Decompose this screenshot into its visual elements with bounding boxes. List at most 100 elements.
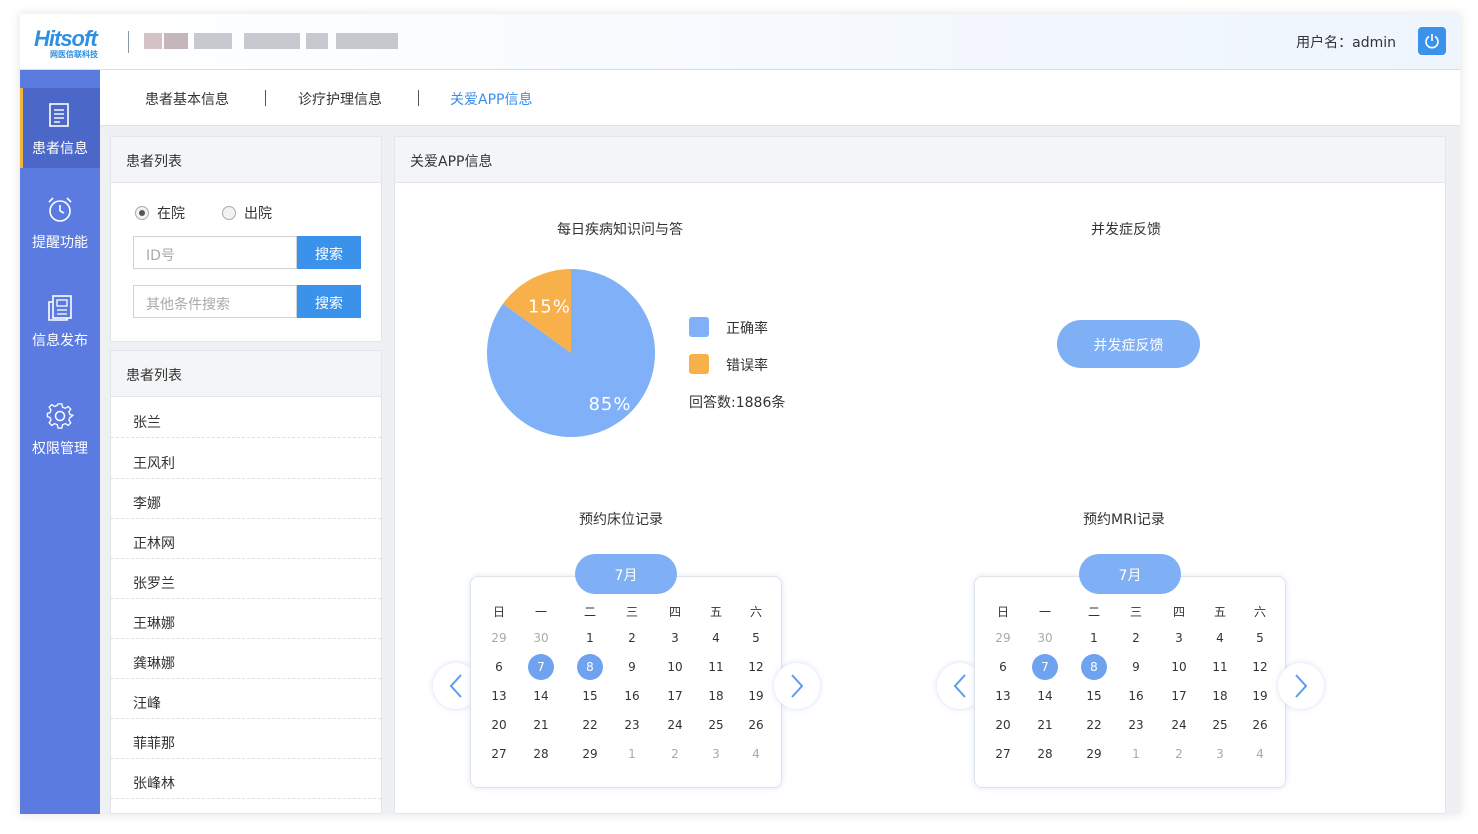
calendar-day[interactable]: 12 xyxy=(743,654,769,680)
list-item[interactable]: 张峰林 xyxy=(111,759,381,799)
calendar-day[interactable]: 4 xyxy=(703,625,729,651)
calendar-day[interactable]: 20 xyxy=(990,712,1016,738)
calendar-day[interactable]: 15 xyxy=(1081,683,1107,709)
calendar-day[interactable]: 3 xyxy=(1166,625,1192,651)
calendar-day[interactable]: 25 xyxy=(703,712,729,738)
calendar-day[interactable]: 11 xyxy=(1207,654,1233,680)
calendar-day[interactable]: 10 xyxy=(1166,654,1192,680)
calendar-day[interactable]: 14 xyxy=(528,683,554,709)
calendar-day[interactable]: 10 xyxy=(662,654,688,680)
calendar-day[interactable]: 3 xyxy=(1207,741,1233,767)
logout-button[interactable] xyxy=(1418,27,1446,55)
sidebar-item-label: 提醒功能 xyxy=(32,235,88,251)
calendar-day[interactable]: 29 xyxy=(1081,741,1107,767)
calendar-day[interactable]: 4 xyxy=(743,741,769,767)
calendar-day[interactable]: 8 xyxy=(577,654,603,680)
calendar-day[interactable]: 29 xyxy=(990,625,1016,651)
list-item[interactable]: 王风利 xyxy=(111,439,381,479)
calendar-day[interactable]: 7 xyxy=(1032,654,1058,680)
id-search-input[interactable]: ID号 xyxy=(133,236,297,269)
list-item[interactable]: 菲菲那 xyxy=(111,719,381,759)
calendar-day[interactable]: 30 xyxy=(528,625,554,651)
calendar-day[interactable]: 24 xyxy=(1166,712,1192,738)
calendar-day[interactable]: 1 xyxy=(577,625,603,651)
list-item[interactable]: 张罗兰 xyxy=(111,559,381,599)
calendar-day[interactable]: 16 xyxy=(619,683,645,709)
calendar-day[interactable]: 16 xyxy=(1123,683,1149,709)
sidebar-item-permissions[interactable]: 权限管理 xyxy=(20,388,100,468)
calendar-day[interactable]: 6 xyxy=(486,654,512,680)
calendar-day[interactable]: 26 xyxy=(743,712,769,738)
calendar-day[interactable]: 8 xyxy=(1081,654,1107,680)
calendar-day[interactable]: 25 xyxy=(1207,712,1233,738)
calendar-day[interactable]: 19 xyxy=(743,683,769,709)
calendar-day[interactable]: 27 xyxy=(990,741,1016,767)
radio-in-hospital[interactable]: 在院 xyxy=(135,203,185,223)
sidebar-item-patient-info[interactable]: 患者信息 xyxy=(20,88,100,168)
tab-care-app-info[interactable]: 关爱APP信息 xyxy=(450,89,532,109)
complication-feedback-button[interactable]: 并发症反馈 xyxy=(1057,320,1200,368)
calendar-day[interactable]: 5 xyxy=(743,625,769,651)
sidebar-item-reminder[interactable]: 提醒功能 xyxy=(20,182,100,262)
list-item[interactable]: 正林网 xyxy=(111,519,381,559)
calendar-day[interactable]: 23 xyxy=(619,712,645,738)
calendar-day[interactable]: 19 xyxy=(1247,683,1273,709)
calendar-day[interactable]: 2 xyxy=(1123,625,1149,651)
calendar-day[interactable]: 18 xyxy=(703,683,729,709)
calendar-day[interactable]: 17 xyxy=(1166,683,1192,709)
calendar-day[interactable]: 1 xyxy=(1081,625,1107,651)
calendar-day[interactable]: 13 xyxy=(990,683,1016,709)
sidebar-item-publish[interactable]: 信息发布 xyxy=(20,280,100,360)
calendar-day[interactable]: 3 xyxy=(662,625,688,651)
calendar-day[interactable]: 17 xyxy=(662,683,688,709)
calendar-day[interactable]: 29 xyxy=(486,625,512,651)
calendar-day[interactable]: 1 xyxy=(1123,741,1149,767)
calendar-day[interactable]: 26 xyxy=(1247,712,1273,738)
calendar-day[interactable]: 13 xyxy=(486,683,512,709)
calendar-day[interactable]: 21 xyxy=(528,712,554,738)
calendar-day[interactable]: 5 xyxy=(1247,625,1273,651)
calendar-day[interactable]: 21 xyxy=(1032,712,1058,738)
list-item[interactable]: 李娜 xyxy=(111,479,381,519)
other-search-button[interactable]: 搜索 xyxy=(297,285,361,318)
mri-booking-next-button[interactable] xyxy=(1278,663,1324,709)
list-item[interactable]: 龚琳娜 xyxy=(111,639,381,679)
calendar-day[interactable]: 22 xyxy=(1081,712,1107,738)
calendar-day[interactable]: 12 xyxy=(1247,654,1273,680)
calendar-day[interactable]: 3 xyxy=(703,741,729,767)
calendar-day[interactable]: 7 xyxy=(528,654,554,680)
calendar-day[interactable]: 27 xyxy=(486,741,512,767)
calendar-day[interactable]: 4 xyxy=(1247,741,1273,767)
calendar-day[interactable]: 1 xyxy=(619,741,645,767)
calendar-day[interactable]: 2 xyxy=(662,741,688,767)
list-item[interactable]: 张兰 xyxy=(111,398,381,438)
calendar-day[interactable]: 14 xyxy=(1032,683,1058,709)
id-search-button[interactable]: 搜索 xyxy=(297,236,361,269)
radio-discharged[interactable]: 出院 xyxy=(222,203,272,223)
calendar-day[interactable]: 18 xyxy=(1207,683,1233,709)
calendar-day[interactable]: 30 xyxy=(1032,625,1058,651)
calendar-day[interactable]: 22 xyxy=(577,712,603,738)
calendar-day[interactable]: 11 xyxy=(703,654,729,680)
tab-treatment-nursing[interactable]: 诊疗护理信息 xyxy=(298,89,382,109)
calendar-day[interactable]: 28 xyxy=(1032,741,1058,767)
list-item[interactable]: 王琳娜 xyxy=(111,599,381,639)
calendar-day[interactable]: 9 xyxy=(1123,654,1149,680)
list-item[interactable]: 汪峰 xyxy=(111,679,381,719)
calendar-day[interactable]: 28 xyxy=(528,741,554,767)
calendar-day[interactable]: 20 xyxy=(486,712,512,738)
tab-patient-basic-info[interactable]: 患者基本信息 xyxy=(145,89,229,109)
radio-label: 出院 xyxy=(244,206,272,222)
calendar-day[interactable]: 15 xyxy=(577,683,603,709)
calendar-day[interactable]: 29 xyxy=(577,741,603,767)
bed-booking-next-button[interactable] xyxy=(774,663,820,709)
calendar-day[interactable]: 24 xyxy=(662,712,688,738)
calendar-day[interactable]: 23 xyxy=(1123,712,1149,738)
calendar-day[interactable]: 9 xyxy=(619,654,645,680)
calendar-day[interactable]: 4 xyxy=(1207,625,1233,651)
calendar-day[interactable]: 2 xyxy=(1166,741,1192,767)
calendar-day[interactable]: 2 xyxy=(619,625,645,651)
calendar-day[interactable]: 6 xyxy=(990,654,1016,680)
other-search-input[interactable]: 其他条件搜索 xyxy=(133,285,297,318)
newspaper-icon xyxy=(48,295,72,321)
